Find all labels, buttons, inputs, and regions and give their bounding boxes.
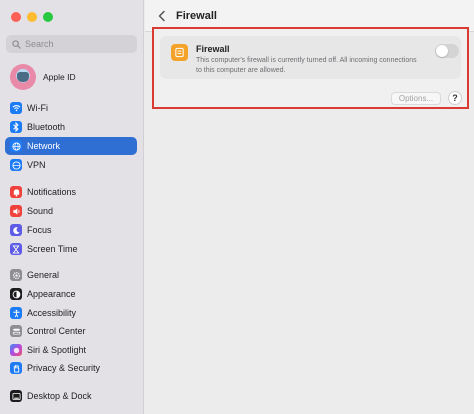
speaker-icon: [10, 205, 22, 217]
bluetooth-icon: [10, 121, 22, 133]
settings-window: Apple ID Wi-Fi Bluetooth Network VPN: [0, 0, 474, 414]
control-center-icon: [10, 325, 22, 337]
sidebar-item-desktop-dock[interactable]: Desktop & Dock: [5, 387, 137, 405]
firewall-description: This computer's firewall is currently tu…: [196, 57, 417, 74]
zoom-window-button[interactable]: [43, 12, 53, 22]
sidebar-item-label: Sound: [27, 206, 54, 216]
siri-icon: [10, 344, 22, 356]
minimize-window-button[interactable]: [27, 12, 37, 22]
page-title: Firewall: [176, 10, 217, 22]
sidebar-item-notifications[interactable]: Notifications: [5, 183, 137, 201]
sidebar-item-appearance[interactable]: Appearance: [5, 285, 137, 303]
chevron-left-icon[interactable]: [155, 9, 169, 23]
sidebar-item-label: Network: [27, 141, 61, 151]
sidebar-item-wifi[interactable]: Wi-Fi: [5, 99, 137, 117]
sidebar-item-label: General: [27, 270, 60, 280]
sidebar-item-focus[interactable]: Focus: [5, 221, 137, 239]
sidebar-item-label: Privacy & Security: [27, 363, 101, 373]
dock-icon: [10, 390, 22, 402]
avatar: [10, 64, 36, 90]
sidebar-item-label: VPN: [27, 160, 46, 170]
bell-icon: [10, 186, 22, 198]
sidebar-item-label: Bluetooth: [27, 122, 66, 132]
gear-icon: [10, 269, 22, 281]
sidebar-item-general[interactable]: General: [5, 266, 137, 284]
options-button[interactable]: Options...: [391, 92, 441, 105]
toggle-knob: [436, 45, 448, 57]
sidebar-item-vpn[interactable]: VPN: [5, 156, 137, 174]
search-icon: [12, 39, 21, 49]
hand-icon: [10, 362, 22, 374]
sidebar-item-network[interactable]: Network: [5, 137, 137, 155]
wifi-icon: [10, 102, 22, 114]
sidebar-item-screen-time[interactable]: Screen Time: [5, 240, 137, 258]
firewall-title: Firewall: [196, 44, 230, 54]
sidebar-item-bluetooth[interactable]: Bluetooth: [5, 118, 137, 136]
sidebar-item-accessibility[interactable]: Accessibility: [5, 304, 137, 322]
vpn-icon: [10, 159, 22, 171]
search-field[interactable]: [6, 35, 137, 53]
firewall-toggle[interactable]: [435, 44, 459, 58]
sidebar-item-label: Notifications: [27, 187, 77, 197]
sidebar-item-label: Siri & Spotlight: [27, 345, 87, 355]
firewall-highlight-frame: Firewall This computer's firewall is cur…: [152, 27, 469, 109]
sidebar: Apple ID Wi-Fi Bluetooth Network VPN: [0, 0, 144, 414]
sidebar-item-label: Desktop & Dock: [27, 391, 92, 401]
accessibility-icon: [10, 307, 22, 319]
sidebar-item-label: Control Center: [27, 326, 86, 336]
firewall-icon: [171, 44, 188, 61]
firewall-setting-row: Firewall This computer's firewall is cur…: [160, 36, 461, 79]
help-button[interactable]: ?: [448, 91, 462, 105]
sidebar-item-control-center[interactable]: Control Center: [5, 322, 137, 340]
sidebar-item-sound[interactable]: Sound: [5, 202, 137, 220]
sidebar-item-label: Focus: [27, 225, 52, 235]
apple-id-item[interactable]: Apple ID: [10, 64, 76, 90]
apple-id-label: Apple ID: [43, 72, 76, 82]
hourglass-icon: [10, 243, 22, 255]
search-input[interactable]: [25, 39, 125, 49]
sidebar-item-label: Wi-Fi: [27, 103, 48, 113]
sidebar-item-label: Appearance: [27, 289, 76, 299]
sidebar-item-siri-spotlight[interactable]: Siri & Spotlight: [5, 341, 137, 359]
close-window-button[interactable]: [11, 12, 21, 22]
sidebar-item-privacy-security[interactable]: Privacy & Security: [5, 359, 137, 377]
globe-icon: [10, 140, 22, 152]
appearance-icon: [10, 288, 22, 300]
main-content: Firewall Firewall This computer's firewa…: [145, 0, 474, 414]
window-controls: [11, 12, 53, 22]
sidebar-item-label: Accessibility: [27, 308, 77, 318]
sidebar-item-label: Screen Time: [27, 244, 78, 254]
moon-icon: [10, 224, 22, 236]
